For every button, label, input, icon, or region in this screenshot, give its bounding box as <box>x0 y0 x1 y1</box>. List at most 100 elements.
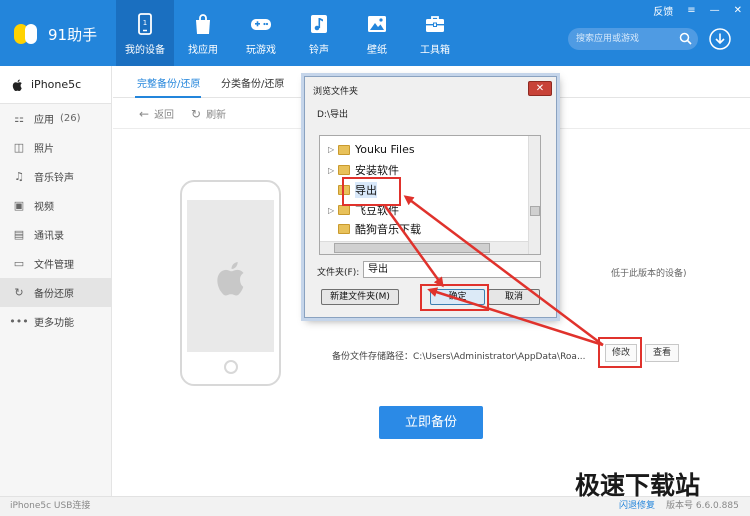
sidebar-item-label: 音乐铃声 <box>34 173 74 184</box>
contacts-icon: ▤ <box>13 228 25 241</box>
sidebar-item-label: 文件管理 <box>34 260 74 271</box>
close-icon[interactable]: ✕ <box>734 5 742 16</box>
refresh-button[interactable]: ↻ 刷新 <box>191 106 227 122</box>
tree-item[interactable]: 酷狗音乐下载 <box>328 221 421 237</box>
brand-name: 91助手 <box>48 25 98 44</box>
apps-icon: ⚏ <box>14 112 24 125</box>
sidebar-item-photos[interactable]: ◫ 照片 <box>0 133 111 162</box>
refresh-label: 刷新 <box>206 110 227 121</box>
camera-icon: ◫ <box>13 141 25 154</box>
new-folder-button[interactable]: 新建文件夹(M) <box>321 289 399 305</box>
sidebar-item-files[interactable]: ▭ 文件管理 <box>0 249 111 278</box>
top-bar: 91助手 1 我的设备 找应用 玩游戏 铃声 壁纸 工具箱 反馈 ≡ — ✕ 搜… <box>0 0 750 66</box>
scroll-thumb[interactable] <box>530 206 540 216</box>
tree-item[interactable]: ▷ 安装软件 <box>328 162 399 178</box>
download-icon[interactable] <box>709 28 731 50</box>
logo-badge-icon <box>14 22 42 46</box>
main-nav: 1 我的设备 找应用 玩游戏 铃声 壁纸 工具箱 <box>116 0 464 66</box>
nav-ringtones[interactable]: 铃声 <box>290 0 348 66</box>
dialog-current-path: D:\导出 <box>317 110 348 120</box>
backup-path-label: 备份文件存储路径：C:\Users\Administrator\AppData\… <box>332 352 586 362</box>
svg-text:1: 1 <box>143 19 147 27</box>
sidebar-item-video[interactable]: ▣ 视频 <box>0 191 111 220</box>
search-icon[interactable] <box>679 32 692 45</box>
apple-logo-icon <box>217 262 244 296</box>
arrow-left-icon: ← <box>139 106 150 121</box>
picture-icon <box>368 16 386 32</box>
nav-label: 壁纸 <box>367 45 387 56</box>
nav-wallpaper[interactable]: 壁纸 <box>348 0 406 66</box>
phone-icon: 1 <box>138 13 152 35</box>
highlight-box-export-folder <box>342 177 401 206</box>
sidebar-item-label: 更多功能 <box>34 318 74 329</box>
phone-home-button <box>224 360 238 374</box>
music-note-icon <box>311 15 327 33</box>
nav-toolbox[interactable]: 工具箱 <box>406 0 464 66</box>
sidebar-item-contacts[interactable]: ▤ 通讯录 <box>0 220 111 249</box>
nav-find-apps[interactable]: 找应用 <box>174 0 232 66</box>
tree-item[interactable]: ▷ Youku Files <box>328 143 415 156</box>
horizontal-scrollbar[interactable] <box>320 241 528 254</box>
sidebar-item-label: 视频 <box>34 202 54 213</box>
view-path-button[interactable]: 查看 <box>645 344 679 362</box>
search-input[interactable]: 搜索应用或游戏 <box>568 28 698 50</box>
menu-icon[interactable]: ≡ <box>687 5 695 16</box>
folder-name-input[interactable]: 导出 <box>363 261 541 278</box>
iphone-illustration <box>180 180 281 386</box>
nav-label: 我的设备 <box>125 45 165 56</box>
nav-label: 找应用 <box>188 45 218 56</box>
backup-now-button[interactable]: 立即备份 <box>379 406 483 439</box>
tab-active-indicator <box>135 96 201 98</box>
phone-screen <box>187 200 274 352</box>
nav-label: 铃声 <box>309 45 329 56</box>
feedback-link[interactable]: 反馈 <box>653 3 673 18</box>
nav-my-device[interactable]: 1 我的设备 <box>116 0 174 66</box>
expand-arrow-icon[interactable]: ▷ <box>328 145 338 154</box>
folder-icon <box>338 144 350 155</box>
folder-icon <box>338 205 350 215</box>
sidebar-item-label: 应用 <box>34 115 54 126</box>
expand-arrow-icon[interactable]: ▷ <box>328 206 338 215</box>
highlight-box-ok <box>420 284 489 311</box>
refresh-icon: ↻ <box>191 106 202 121</box>
shopping-bag-icon <box>196 14 210 34</box>
tab-category-backup[interactable]: 分类备份/还原 <box>221 75 284 90</box>
expand-arrow-icon[interactable]: ▷ <box>328 166 338 175</box>
gamepad-icon <box>251 19 271 30</box>
dialog-close-button[interactable]: ✕ <box>528 81 552 96</box>
search-placeholder: 搜索应用或游戏 <box>576 34 640 44</box>
sidebar-item-more[interactable]: ••• 更多功能 <box>0 307 111 336</box>
folder-icon <box>338 224 350 234</box>
folder-icon: ▭ <box>13 257 25 270</box>
apps-count: (26) <box>60 113 81 124</box>
tab-full-backup[interactable]: 完整备份/还原 <box>137 75 200 90</box>
folder-field-label: 文件夹(F): <box>317 268 360 278</box>
back-button[interactable]: ← 返回 <box>139 106 175 122</box>
sidebar-item-apps[interactable]: ⚏ 应用 (26) <box>0 104 111 133</box>
sidebar-item-label: 通讯录 <box>34 231 64 242</box>
connection-status: iPhone5c USB连接 <box>10 501 91 511</box>
highlight-box-modify <box>598 337 642 368</box>
nav-label: 工具箱 <box>420 45 450 56</box>
music-icon: ♫ <box>14 170 24 183</box>
sidebar: iPhone5c ⚏ 应用 (26) ◫ 照片 ♫ 音乐铃声 ▣ 视频 ▤ 通讯… <box>0 66 112 496</box>
vertical-scrollbar[interactable] <box>528 136 540 254</box>
window-controls: 反馈 ≡ — ✕ <box>639 3 742 18</box>
sidebar-item-music[interactable]: ♫ 音乐铃声 <box>0 162 111 191</box>
cancel-button[interactable]: 取消 <box>488 289 540 305</box>
apple-icon <box>12 79 22 91</box>
scroll-thumb[interactable] <box>334 243 490 253</box>
device-selector[interactable]: iPhone5c <box>0 66 111 104</box>
more-icon: ••• <box>9 315 29 328</box>
dialog-title: 浏览文件夹 <box>313 87 359 97</box>
device-name: iPhone5c <box>31 78 82 91</box>
sidebar-item-label: 备份还原 <box>34 289 74 300</box>
sidebar-item-backup[interactable]: ↻ 备份还原 <box>0 278 111 307</box>
sidebar-item-label: 照片 <box>34 144 54 155</box>
folder-icon <box>338 165 350 175</box>
version-hint: 低于此版本的设备) <box>611 269 687 279</box>
backup-icon: ↻ <box>14 286 24 299</box>
minimize-icon[interactable]: — <box>710 5 720 16</box>
back-label: 返回 <box>154 110 175 121</box>
nav-play-games[interactable]: 玩游戏 <box>232 0 290 66</box>
